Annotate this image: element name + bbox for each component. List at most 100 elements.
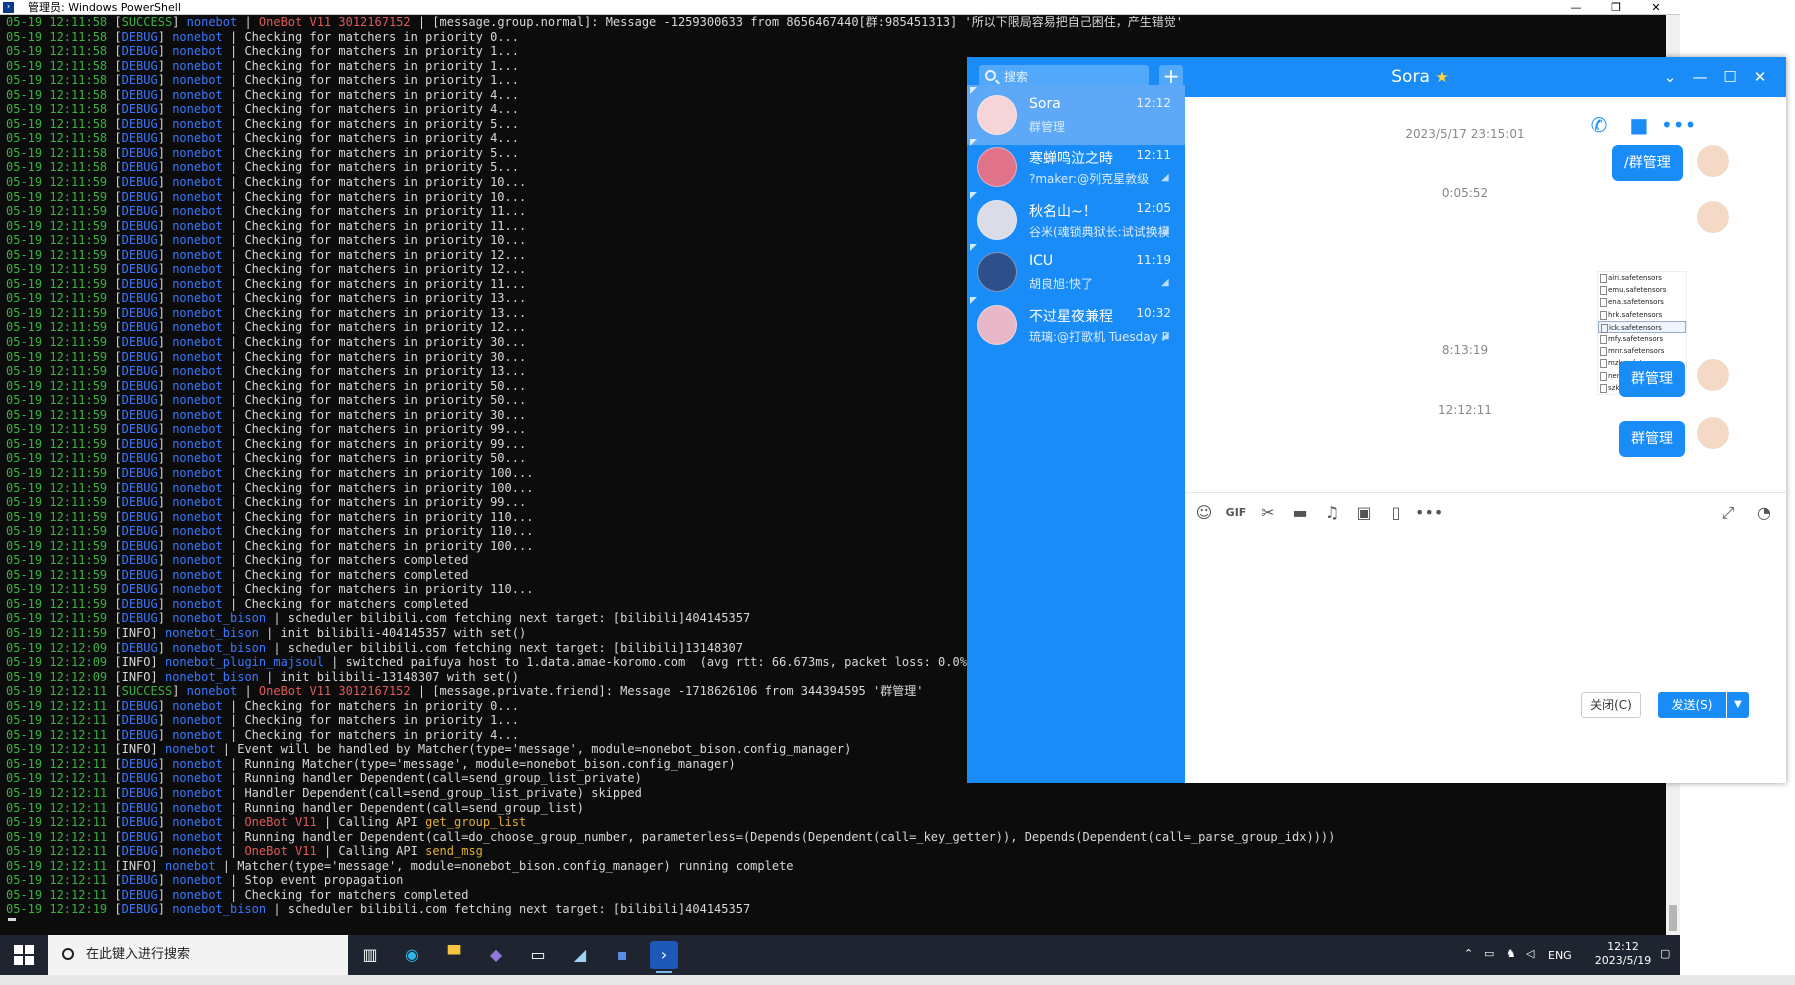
qq-chat-window[interactable]: 搜索 + Sora ★ ⌄ — ☐ ✕ Sora 12:12 群管理 寒蝉鸣泣之時 12… (967, 57, 1786, 783)
expand-icon[interactable]: ⤢ (1715, 501, 1741, 525)
log-message: | Checking for matchers in priority 4... (230, 131, 519, 146)
avatar[interactable] (1697, 417, 1729, 449)
log-module: nonebot (172, 524, 223, 539)
log-level: DEBUG (121, 756, 158, 771)
log-timestamp: 05-19 12:12:11 (6, 873, 108, 888)
app-icon[interactable]: ◆ (482, 941, 510, 969)
notification-icon[interactable]: ▢ (1660, 947, 1670, 960)
log-message: | Checking for matchers in priority 0... (230, 29, 519, 44)
log-timestamp: 05-19 12:12:11 (6, 684, 108, 699)
windows-start-icon[interactable] (14, 945, 34, 965)
language-indicator[interactable]: ENG (1548, 949, 1572, 962)
avatar[interactable] (977, 95, 1017, 135)
log-message: | Checking for matchers in priority 10..… (230, 233, 527, 248)
taskbar-search-placeholder: 在此键入进行搜索 (86, 947, 191, 962)
volume-icon[interactable]: ◁ (1526, 947, 1534, 960)
powershell-titlebar[interactable]: › 管理员: Windows PowerShell — ❐ ✕ (0, 0, 1680, 15)
log-message: | Running handler Dependent(call=send_gr… (230, 771, 642, 786)
chevron-down-icon[interactable]: ⌄ (1655, 57, 1685, 97)
minimize-button[interactable]: — (1556, 0, 1596, 15)
log-level: DEBUG (121, 480, 158, 495)
timestamp: 2023/5/17 23:15:01 (1405, 127, 1525, 141)
file-item: airi.safetensors (1598, 272, 1686, 284)
maximize-button[interactable]: ❐ (1596, 0, 1636, 15)
conversation-item[interactable]: Sora 12:12 群管理 (967, 85, 1185, 145)
log-message: | scheduler bilibili.com fetching next t… (273, 640, 743, 655)
history-icon[interactable]: ◔ (1751, 501, 1777, 525)
conversation-item[interactable]: ICU 11:19 胡良旭:快了 ◢ (967, 242, 1185, 302)
folder-icon[interactable]: ▬ (1287, 501, 1313, 525)
screen-icon[interactable]: ▯ (1383, 501, 1409, 525)
app-tray-icon[interactable]: ♞ (1506, 947, 1516, 960)
avatar[interactable] (977, 305, 1017, 345)
send-button[interactable]: 发送(S) (1658, 692, 1726, 718)
conversation-time: 12:05 (1136, 201, 1171, 215)
chevron-down-icon[interactable]: ▼ (1727, 692, 1749, 718)
log-timestamp: 05-19 12:11:59 (6, 393, 108, 408)
powershell-taskbar-icon[interactable]: › (650, 941, 678, 973)
conversation-item[interactable]: 秋名山~！ 12:05 谷米(魂锁典狱长:试试换模 ◢ (967, 190, 1185, 250)
log-timestamp: 05-19 12:11:59 (6, 538, 108, 553)
maximize-button[interactable]: ☐ (1715, 57, 1745, 97)
emoji-icon[interactable]: ☺ (1191, 501, 1217, 525)
avatar[interactable] (1697, 145, 1729, 177)
avatar[interactable] (977, 147, 1017, 187)
avatar[interactable] (1697, 359, 1729, 391)
log-line: 05-19 12:12:11 [DEBUG] nonebot | OneBot … (6, 815, 527, 830)
log-timestamp: 05-19 12:11:59 (6, 567, 108, 582)
avatar[interactable] (977, 252, 1017, 292)
conversation-name: 秋名山~！ (1029, 204, 1097, 220)
log-timestamp: 05-19 12:11:59 (6, 276, 108, 291)
image-icon[interactable]: ▣ (1351, 501, 1377, 525)
log-module: nonebot (172, 713, 223, 728)
chevron-up-icon[interactable]: ⌃ (1464, 947, 1473, 960)
clock[interactable]: 12:12 2023/5/19 (1590, 940, 1656, 968)
log-timestamp: 05-19 12:12:11 (6, 742, 108, 757)
log-level: INFO (121, 858, 151, 873)
log-message: | Checking for matchers in priority 10..… (230, 189, 527, 204)
music-icon[interactable]: ♫ (1319, 501, 1345, 525)
console-cursor (8, 918, 16, 921)
message-bubble[interactable]: 群管理 (1619, 421, 1685, 457)
log-message: | Checking for matchers in priority 110.… (230, 509, 534, 524)
close-button[interactable]: ✕ (1636, 0, 1676, 15)
conversation-item[interactable]: 不过星夜兼程 10:32 琉璃:@打歌机 Tuesday P ◢ (967, 295, 1185, 355)
taskbar-search[interactable]: 在此键入进行搜索 (48, 935, 348, 975)
message-bubble[interactable]: /群管理 (1612, 145, 1683, 181)
scrollbar-thumb[interactable] (1669, 905, 1677, 931)
log-level: DEBUG (121, 713, 158, 728)
more-icon[interactable]: ••• (1415, 501, 1443, 525)
conversation-time: 10:32 (1136, 306, 1171, 320)
file-explorer-icon[interactable]: ▀ (440, 941, 468, 969)
minimize-button[interactable]: — (1685, 57, 1715, 97)
log-message: | Checking for matchers in priority 0... (230, 698, 519, 713)
timestamp: 0:05:52 (1441, 186, 1489, 200)
terminal-icon[interactable]: ▭ (524, 941, 552, 969)
close-chat-button[interactable]: 关闭(C) (1581, 692, 1641, 718)
app-icon[interactable]: ▪ (608, 941, 636, 969)
log-timestamp: 05-19 12:12:11 (6, 785, 108, 800)
conversation-item[interactable]: 寒蝉鸣泣之時 12:11 ?maker:@列克星敦级 ◢ (967, 137, 1185, 197)
log-message: | Checking for matchers in priority 100.… (230, 465, 534, 480)
close-button[interactable]: ✕ (1745, 57, 1775, 97)
edge-icon[interactable]: ◉ (398, 941, 426, 969)
task-view-icon[interactable]: ▥ (356, 941, 384, 969)
log-timestamp: 05-19 12:11:59 (6, 553, 108, 568)
network-icon[interactable]: ▭ (1484, 947, 1494, 960)
log-level: DEBUG (121, 233, 158, 248)
message-bubble[interactable]: 群管理 (1619, 361, 1685, 397)
avatar[interactable] (1697, 201, 1729, 233)
log-level: DEBUG (121, 320, 158, 335)
gif-icon[interactable]: GIF (1223, 501, 1249, 525)
log-timestamp: 05-19 12:11:58 (6, 116, 108, 131)
log-module: nonebot (172, 785, 223, 800)
log-level: DEBUG (121, 175, 158, 190)
avatar[interactable] (977, 200, 1017, 240)
log-module: nonebot (172, 407, 223, 422)
log-message: | scheduler bilibili.com fetching next t… (273, 902, 751, 917)
log-module: nonebot (172, 698, 223, 713)
conversation-name: 寒蝉鸣泣之時 (1029, 151, 1113, 167)
scissors-icon[interactable]: ✂ (1255, 501, 1281, 525)
log-module: nonebot_bison (164, 625, 259, 640)
app-icon[interactable]: ◢ (566, 941, 594, 969)
